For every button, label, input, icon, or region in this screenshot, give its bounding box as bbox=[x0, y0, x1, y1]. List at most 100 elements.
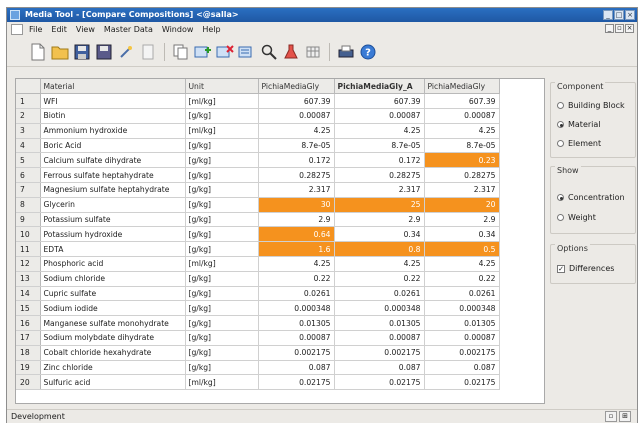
material-cell[interactable]: Potassium hydroxide bbox=[40, 226, 186, 243]
table-row[interactable]: 7 Magnesium sulfate heptahydrate [g/kg] 2.3… bbox=[16, 182, 500, 198]
value-cell[interactable]: 0.64 bbox=[258, 226, 335, 243]
value-cell[interactable]: 1.6 bbox=[258, 241, 335, 258]
restore-document-button[interactable]: ▫ bbox=[615, 24, 624, 33]
row-number[interactable]: 18 bbox=[16, 345, 41, 361]
value-cell[interactable]: 30 bbox=[258, 197, 335, 213]
differences-option[interactable]: ✓ Differences bbox=[557, 264, 614, 273]
table-row[interactable]: 14 Cupric sulfate [g/kg] 0.0261 0.0261 0.0261 bbox=[16, 286, 500, 302]
maximize-window-button[interactable]: □ bbox=[614, 10, 624, 20]
value-cell[interactable]: 0.0261 bbox=[334, 286, 425, 302]
value-cell[interactable]: 2.9 bbox=[258, 212, 335, 228]
row-number[interactable]: 11 bbox=[16, 241, 41, 258]
table-row[interactable]: 8 Glycerin [g/kg] 30 25 20 bbox=[16, 197, 500, 213]
material-cell[interactable]: Sodium iodide bbox=[40, 300, 186, 317]
menu-window[interactable]: Window bbox=[162, 25, 194, 34]
table-row[interactable]: 5 Calcium sulfate dihydrate [g/kg] 0.172 0.1… bbox=[16, 152, 500, 169]
value-cell[interactable]: 2.317 bbox=[334, 182, 425, 198]
compare-icon[interactable] bbox=[236, 41, 257, 62]
unit-cell[interactable]: [g/kg] bbox=[185, 330, 259, 346]
concentration-radio[interactable] bbox=[557, 194, 564, 201]
unit-cell[interactable]: [g/kg] bbox=[185, 345, 259, 361]
material-cell[interactable]: Zinc chloride bbox=[40, 360, 186, 376]
unit-cell[interactable]: [g/kg] bbox=[185, 360, 259, 376]
value-cell[interactable]: 0.0261 bbox=[258, 286, 335, 302]
value-cell[interactable]: 0.01305 bbox=[258, 315, 335, 332]
value-cell[interactable]: 0.34 bbox=[424, 226, 500, 243]
add-row-icon[interactable] bbox=[192, 41, 213, 62]
material-cell[interactable]: Sodium molybdate dihydrate bbox=[40, 330, 186, 346]
show-concentration-option[interactable]: Concentration bbox=[557, 193, 625, 202]
row-number[interactable]: 20 bbox=[16, 374, 41, 391]
unit-cell[interactable]: [g/kg] bbox=[185, 138, 259, 154]
row-number[interactable]: 6 bbox=[16, 167, 41, 184]
value-cell[interactable]: 607.39 bbox=[424, 93, 500, 110]
document-icon[interactable] bbox=[11, 23, 23, 35]
table-row[interactable]: 19 Zinc chloride [g/kg] 0.087 0.087 0.087 bbox=[16, 360, 500, 376]
value-cell[interactable]: 8.7e-05 bbox=[258, 138, 335, 154]
delete-row-icon[interactable] bbox=[214, 41, 235, 62]
value-cell[interactable]: 0.22 bbox=[334, 271, 425, 287]
column-header-composition-1[interactable]: PichiaMediaGly bbox=[258, 79, 335, 95]
value-cell[interactable]: 0.00087 bbox=[258, 330, 335, 346]
unit-cell[interactable]: [g/kg] bbox=[185, 167, 259, 184]
table-row[interactable]: 4 Boric Acid [g/kg] 8.7e-05 8.7e-05 8.7e-05 bbox=[16, 138, 500, 154]
row-number[interactable]: 15 bbox=[16, 300, 41, 317]
value-cell[interactable]: 0.0261 bbox=[424, 286, 500, 302]
unit-cell[interactable]: [ml/kg] bbox=[185, 374, 259, 391]
value-cell[interactable]: 0.02175 bbox=[258, 374, 335, 391]
print-icon[interactable] bbox=[335, 41, 356, 62]
unit-cell[interactable]: [g/kg] bbox=[185, 226, 259, 243]
row-number[interactable]: 1 bbox=[16, 93, 41, 110]
element-radio[interactable] bbox=[557, 140, 564, 147]
row-number[interactable]: 9 bbox=[16, 212, 41, 228]
menu-edit[interactable]: Edit bbox=[51, 25, 67, 34]
minimize-window-button[interactable]: _ bbox=[603, 10, 613, 20]
material-cell[interactable]: Sulfuric acid bbox=[40, 374, 186, 391]
unit-cell[interactable]: [g/kg] bbox=[185, 197, 259, 213]
differences-checkbox[interactable]: ✓ bbox=[557, 264, 565, 273]
weight-radio[interactable] bbox=[557, 214, 564, 221]
table-row[interactable]: 1 WFI [ml/kg] 607.39 607.39 607.39 bbox=[16, 93, 500, 110]
unit-cell[interactable]: [g/kg] bbox=[185, 315, 259, 332]
material-cell[interactable]: Phosphoric acid bbox=[40, 256, 186, 272]
table-row[interactable]: 17 Sodium molybdate dihydrate [g/kg] 0.0008… bbox=[16, 330, 500, 346]
menu-help[interactable]: Help bbox=[202, 25, 220, 34]
menu-file[interactable]: File bbox=[29, 25, 42, 34]
row-number[interactable]: 19 bbox=[16, 360, 41, 376]
material-cell[interactable]: Calcium sulfate dihydrate bbox=[40, 152, 186, 169]
value-cell[interactable]: 4.25 bbox=[424, 123, 500, 139]
material-cell[interactable]: Cupric sulfate bbox=[40, 286, 186, 302]
material-cell[interactable]: Glycerin bbox=[40, 197, 186, 213]
new-file-icon[interactable] bbox=[27, 41, 48, 62]
unit-cell[interactable]: [g/kg] bbox=[185, 300, 259, 317]
value-cell[interactable]: 0.000348 bbox=[258, 300, 335, 317]
copy-icon[interactable] bbox=[170, 41, 191, 62]
row-number[interactable]: 5 bbox=[16, 152, 41, 169]
value-cell[interactable]: 0.01305 bbox=[334, 315, 425, 332]
column-header-composition-3[interactable]: PichiaMediaGly bbox=[424, 79, 500, 95]
column-header-material[interactable]: Material bbox=[40, 79, 186, 95]
table-icon[interactable] bbox=[302, 41, 323, 62]
value-cell[interactable]: 607.39 bbox=[334, 93, 425, 110]
component-building-block-option[interactable]: Building Block bbox=[557, 101, 625, 110]
value-cell[interactable]: 0.087 bbox=[424, 360, 500, 376]
value-cell[interactable]: 2.317 bbox=[424, 182, 500, 198]
column-header-unit[interactable]: Unit bbox=[185, 79, 259, 95]
row-number[interactable]: 13 bbox=[16, 271, 41, 287]
value-cell[interactable]: 4.25 bbox=[334, 256, 425, 272]
row-number[interactable]: 16 bbox=[16, 315, 41, 332]
unit-cell[interactable]: [ml/kg] bbox=[185, 123, 259, 139]
search-icon[interactable] bbox=[258, 41, 279, 62]
row-number[interactable]: 14 bbox=[16, 286, 41, 302]
row-number[interactable]: 3 bbox=[16, 123, 41, 139]
column-header-composition-2[interactable]: PichiaMediaGly_A bbox=[334, 79, 425, 95]
value-cell[interactable]: 0.34 bbox=[334, 226, 425, 243]
value-cell[interactable]: 25 bbox=[334, 197, 425, 213]
value-cell[interactable]: 0.02175 bbox=[424, 374, 500, 391]
unit-cell[interactable]: [g/kg] bbox=[185, 271, 259, 287]
unit-cell[interactable]: [ml/kg] bbox=[185, 256, 259, 272]
close-window-button[interactable]: × bbox=[625, 10, 635, 20]
value-cell[interactable]: 0.00087 bbox=[258, 108, 335, 124]
material-cell[interactable]: EDTA bbox=[40, 241, 186, 258]
value-cell[interactable]: 0.172 bbox=[334, 152, 425, 169]
